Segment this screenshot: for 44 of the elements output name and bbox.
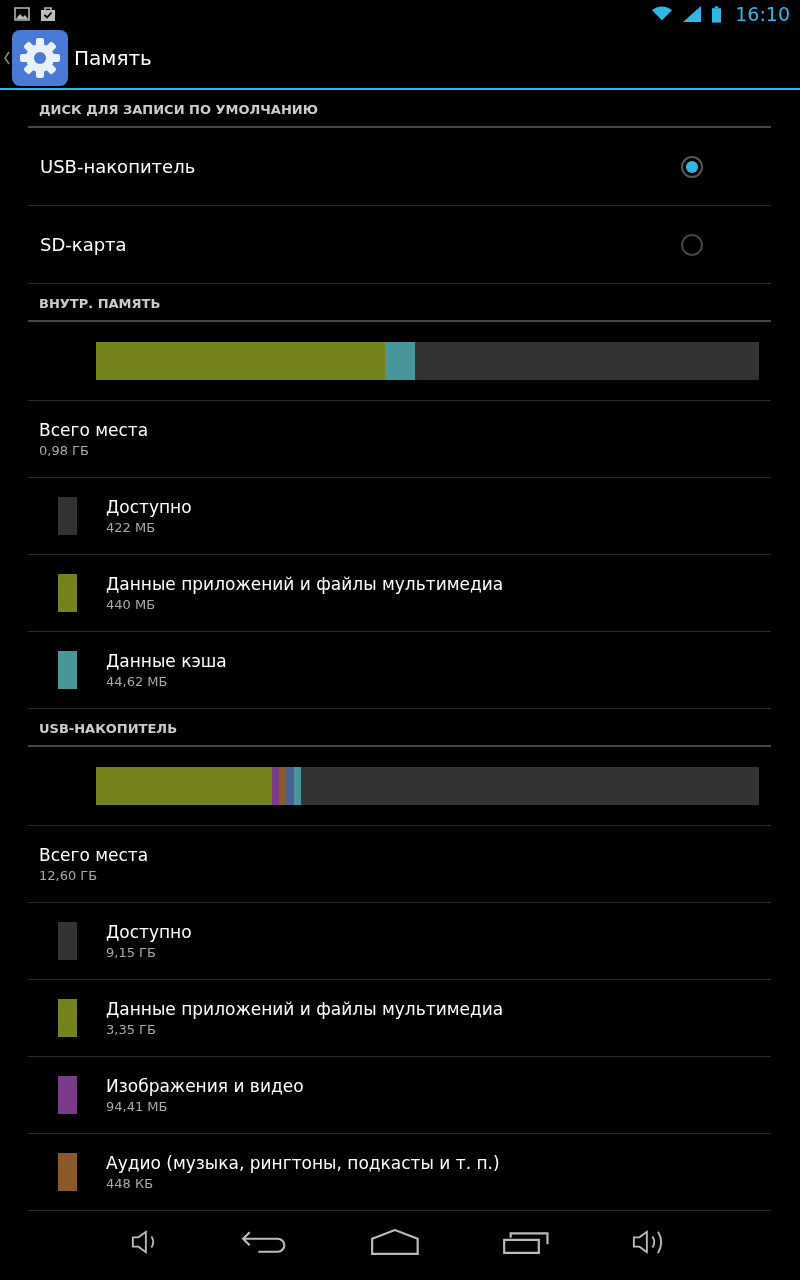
item-value: 448 КБ [106,1176,155,1192]
chevron-icon [4,51,10,66]
section-header: ВНУТР. ПАМЯТЬ [28,284,771,323]
total-label: Всего места [39,420,149,441]
item-value: 440 МБ [106,597,157,613]
wifi-icon [652,6,673,23]
storage-item[interactable]: Данные кэша 44,62 МБ [28,632,771,710]
item-label: Аудио (музыка, рингтоны, подкасты и т. п.) [106,1153,500,1174]
radio-option[interactable]: SD-карта [28,206,771,285]
storage-item[interactable]: Аудио (музыка, рингтоны, подкасты и т. п.) 448 КБ [28,1134,771,1212]
storage-item[interactable]: Изображения и видео 94,41 МБ [28,1057,771,1135]
item-label: Данные приложений и файлы мультимедиа [106,574,504,595]
item-value: 44,62 МБ [106,674,169,690]
item-label: Доступно [106,497,192,518]
item-label: Изображения и видео [106,1076,304,1097]
storage-item[interactable]: Доступно 9,15 ГБ [28,903,771,981]
section-header: USB-НАКОПИТЕЛЬ [28,709,771,748]
clock: 16:10 [735,3,790,26]
total-value: 12,60 ГБ [39,868,99,884]
battery-icon [712,5,722,23]
section-header: ДИСК ДЛЯ ЗАПИСИ ПО УМОЛЧАНИЮ [28,90,771,129]
home-icon[interactable] [370,1228,421,1255]
total-label: Всего места [39,845,149,866]
item-value: 3,35 ГБ [106,1022,157,1038]
total-value: 0,98 ГБ [39,443,90,459]
item-label: Данные приложений и файлы мультимедиа [106,999,504,1020]
radio-option[interactable]: USB-накопитель [28,128,771,207]
storage-item[interactable]: Данные приложений и файлы мультимедиа 440 МБ [28,555,771,633]
item-value: 422 МБ [106,520,157,536]
item-value: 94,41 МБ [106,1099,169,1115]
radio-button[interactable] [681,155,703,178]
item-label: Доступно [106,922,192,943]
signal-icon [682,6,703,23]
item-label: Данные кэша [106,651,227,672]
item-value: 9,15 ГБ [106,945,157,961]
gear-icon [12,30,68,87]
shopping-bag-icon [40,6,56,23]
storage-item[interactable]: Доступно 422 МБ [28,478,771,556]
storage-item[interactable]: Данные приложений и файлы мультимедиа 3,35 ГБ [28,980,771,1058]
option-label: SD-карта [40,234,128,256]
picture-icon [14,6,30,23]
radio-button[interactable] [681,233,703,256]
screen-title: Память [74,46,152,71]
option-label: USB-накопитель [40,156,197,178]
